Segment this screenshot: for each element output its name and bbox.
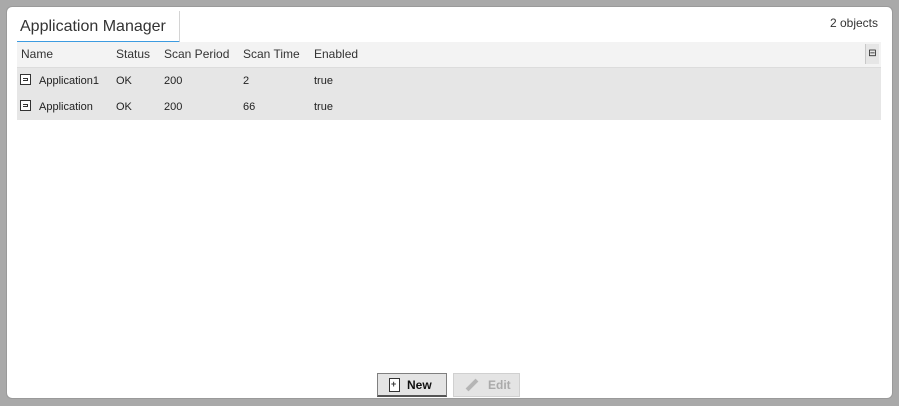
- cell-scan-period: 200: [164, 75, 183, 87]
- cell-status: OK: [116, 101, 132, 113]
- column-header-status[interactable]: Status: [116, 47, 150, 61]
- page-title: Application Manager: [20, 18, 166, 35]
- new-button-label: New: [407, 377, 432, 392]
- pencil-icon: [465, 378, 479, 392]
- column-header-scan-time[interactable]: Scan Time: [243, 47, 300, 61]
- object-count: 2 objects: [829, 16, 878, 30]
- column-header-enabled[interactable]: Enabled: [314, 47, 358, 61]
- new-document-icon: [389, 377, 400, 392]
- column-chooser-icon[interactable]: ⊟: [865, 44, 879, 64]
- table-row[interactable]: Application1 OK 200 2 true: [17, 68, 881, 94]
- new-button[interactable]: New: [377, 373, 447, 397]
- title-tab: Application Manager: [17, 11, 180, 43]
- edit-button-label: Edit: [488, 378, 511, 392]
- application-icon: [20, 74, 31, 85]
- application-icon: [20, 100, 31, 111]
- edit-button[interactable]: Edit: [453, 373, 520, 397]
- cell-name: Application: [39, 101, 93, 113]
- application-manager-panel: Application Manager 2 objects Name Statu…: [6, 6, 893, 399]
- table-header: Name Status Scan Period Scan Time Enable…: [17, 42, 881, 68]
- cell-name: Application1: [39, 75, 99, 87]
- column-header-scan-period[interactable]: Scan Period: [164, 47, 229, 61]
- table-row[interactable]: Application OK 200 66 true: [17, 94, 881, 120]
- cell-scan-time: 66: [243, 101, 256, 113]
- column-header-name[interactable]: Name: [21, 47, 53, 61]
- cell-enabled: true: [314, 75, 333, 87]
- cell-scan-period: 200: [164, 101, 183, 113]
- cell-enabled: true: [314, 101, 333, 113]
- applications-table: Name Status Scan Period Scan Time Enable…: [17, 42, 881, 120]
- cell-status: OK: [116, 75, 132, 87]
- cell-scan-time: 2: [243, 75, 250, 87]
